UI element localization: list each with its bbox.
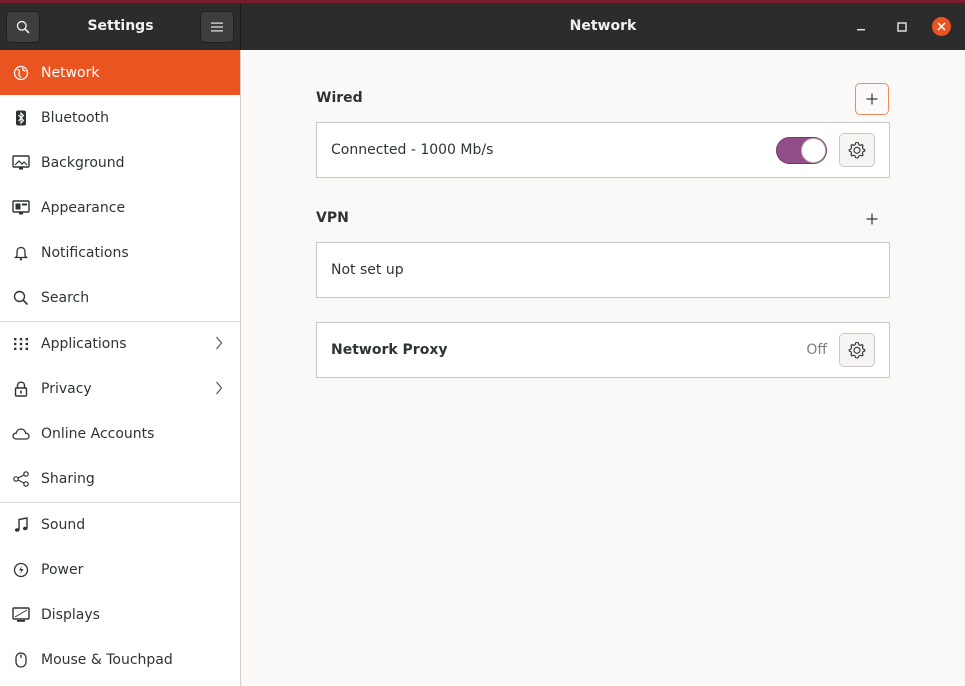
toggle-knob: [801, 138, 826, 163]
plus-icon: [866, 213, 878, 225]
sidebar-item-sound[interactable]: Sound: [0, 502, 240, 547]
bluetooth-icon: [11, 108, 31, 128]
sidebar-item-label: Search: [41, 289, 90, 306]
cloud-icon: [11, 424, 31, 444]
share-icon: [11, 469, 31, 489]
search-icon: [11, 288, 31, 308]
mouse-icon: [11, 650, 31, 670]
minimize-icon: [857, 29, 865, 31]
vpn-row: Not set up: [316, 242, 890, 298]
maximize-icon: [897, 22, 907, 32]
hamburger-icon: [211, 22, 223, 32]
network-proxy-row[interactable]: Network Proxy Off: [316, 322, 890, 378]
background-icon: [11, 153, 31, 173]
power-icon: [11, 560, 31, 580]
add-wired-button[interactable]: [855, 83, 889, 115]
sidebar-item-notifications[interactable]: Notifications: [0, 230, 240, 275]
network-icon: [11, 63, 31, 83]
sidebar-header: Settings: [0, 3, 241, 50]
sidebar-item-mouse-touchpad[interactable]: Mouse & Touchpad: [0, 637, 240, 682]
wired-toggle[interactable]: [776, 137, 827, 164]
gear-icon: [848, 341, 866, 359]
sidebar-item-label: Network: [41, 64, 100, 81]
headerbar: Settings Network: [0, 3, 965, 50]
sidebar-item-privacy[interactable]: Privacy: [0, 366, 240, 411]
network-proxy-state: Off: [806, 342, 827, 358]
maximize-button[interactable]: [892, 17, 912, 37]
sidebar-item-label: Appearance: [41, 199, 126, 216]
sidebar-item-search[interactable]: Search: [0, 275, 240, 320]
sidebar-item-label: Online Accounts: [41, 425, 155, 442]
bell-icon: [11, 243, 31, 263]
sidebar-item-sharing[interactable]: Sharing: [0, 456, 240, 501]
sidebar-item-label: Background: [41, 154, 125, 171]
sidebar-item-label: Privacy: [41, 380, 92, 397]
sidebar-item-label: Mouse & Touchpad: [41, 651, 173, 668]
sidebar-item-label: Notifications: [41, 244, 129, 261]
sidebar-item-bluetooth[interactable]: Bluetooth: [0, 95, 240, 140]
gear-icon: [848, 141, 866, 159]
menu-button[interactable]: [200, 11, 234, 43]
minimize-button[interactable]: [851, 17, 871, 37]
vpn-section-label: VPN: [316, 210, 349, 226]
network-proxy-label: Network Proxy: [331, 342, 448, 358]
sidebar-item-online-accounts[interactable]: Online Accounts: [0, 411, 240, 456]
wired-settings-button[interactable]: [839, 133, 875, 167]
sidebar-item-label: Sound: [41, 516, 86, 533]
sidebar: Network Bluetooth Background Appearance …: [0, 50, 241, 686]
vpn-status: Not set up: [331, 262, 404, 278]
chevron-right-icon: [215, 336, 223, 354]
sidebar-item-displays[interactable]: Displays: [0, 592, 240, 637]
sidebar-item-label: Power: [41, 561, 84, 578]
appearance-icon: [11, 198, 31, 218]
chevron-right-icon: [215, 381, 223, 399]
sidebar-item-network[interactable]: Network: [0, 50, 240, 95]
proxy-settings-button[interactable]: [839, 333, 875, 367]
lock-icon: [11, 379, 31, 399]
sidebar-item-power[interactable]: Power: [0, 547, 240, 592]
close-icon: [937, 22, 946, 31]
music-note-icon: [11, 515, 31, 535]
plus-icon: [866, 93, 878, 105]
wired-status: Connected - 1000 Mb/s: [331, 142, 494, 158]
sidebar-item-label: Applications: [41, 335, 127, 352]
wired-section-label: Wired: [316, 90, 363, 106]
add-vpn-button[interactable]: [855, 203, 889, 235]
display-icon: [11, 605, 31, 625]
sidebar-item-appearance[interactable]: Appearance: [0, 185, 240, 230]
sidebar-item-label: Bluetooth: [41, 109, 109, 126]
sidebar-item-label: Sharing: [41, 470, 95, 487]
sidebar-item-label: Displays: [41, 606, 100, 623]
grid-icon: [11, 334, 31, 354]
sidebar-item-background[interactable]: Background: [0, 140, 240, 185]
wired-connection-row: Connected - 1000 Mb/s: [316, 122, 890, 178]
close-button[interactable]: [932, 17, 951, 36]
sidebar-item-applications[interactable]: Applications: [0, 321, 240, 366]
